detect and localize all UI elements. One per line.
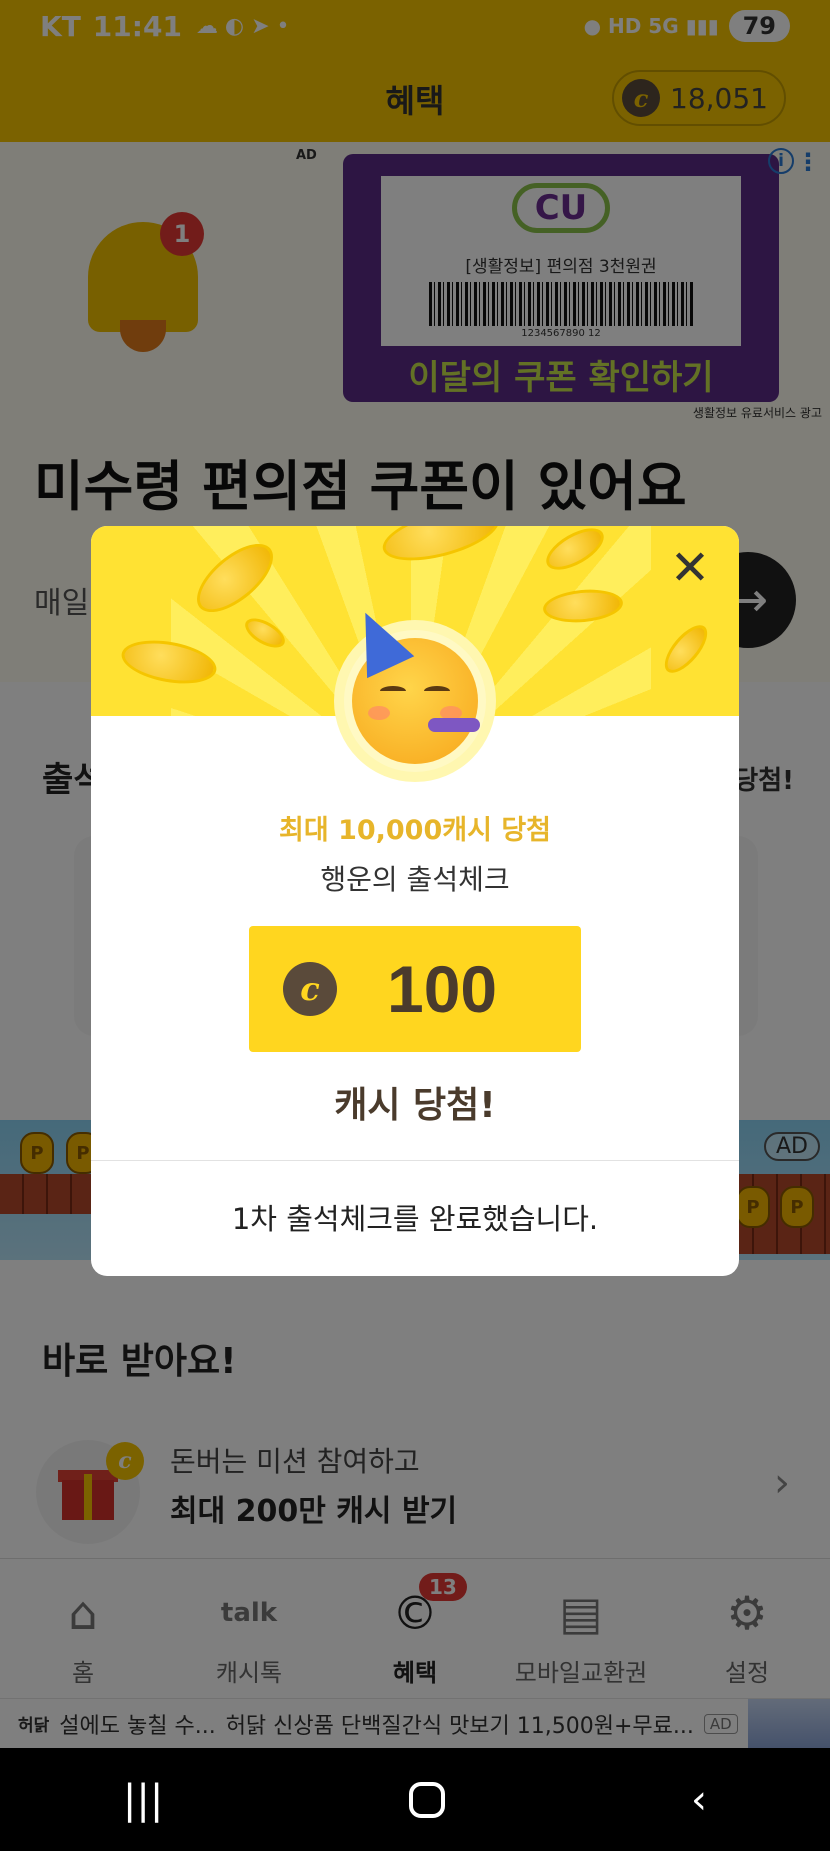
system-navigation: ||| ‹ bbox=[0, 1748, 830, 1851]
prize-amount-box: c 100 bbox=[249, 926, 581, 1052]
max-prize-text: 최대 10,000캐시 당첨 bbox=[278, 815, 552, 846]
event-name: 행운의 출석체크 bbox=[320, 863, 510, 896]
cash-coin-icon: c bbox=[283, 962, 337, 1016]
attendance-reward-modal: ✕ 최대 10,000캐시 당첨 행운의 출석체크 c 100 캐시 당첨! 1… bbox=[91, 526, 739, 1276]
completion-message: 1차 출석체크를 완료했습니다. bbox=[231, 1202, 599, 1236]
party-face-icon bbox=[341, 601, 486, 772]
recents-button[interactable]: ||| bbox=[123, 1777, 163, 1823]
emoji-eye bbox=[380, 686, 406, 696]
party-horn bbox=[428, 718, 480, 732]
emoji-eye bbox=[424, 686, 450, 696]
divider bbox=[91, 1160, 739, 1161]
close-button[interactable]: ✕ bbox=[665, 544, 715, 594]
prize-amount: 100 bbox=[387, 952, 498, 1026]
back-button[interactable]: ‹ bbox=[691, 1777, 707, 1823]
emoji-blush bbox=[368, 706, 390, 720]
emoji-face bbox=[341, 601, 480, 764]
coin-decoration bbox=[657, 618, 715, 680]
win-text: 캐시 당첨! bbox=[334, 1085, 496, 1126]
home-button[interactable] bbox=[409, 1781, 446, 1818]
